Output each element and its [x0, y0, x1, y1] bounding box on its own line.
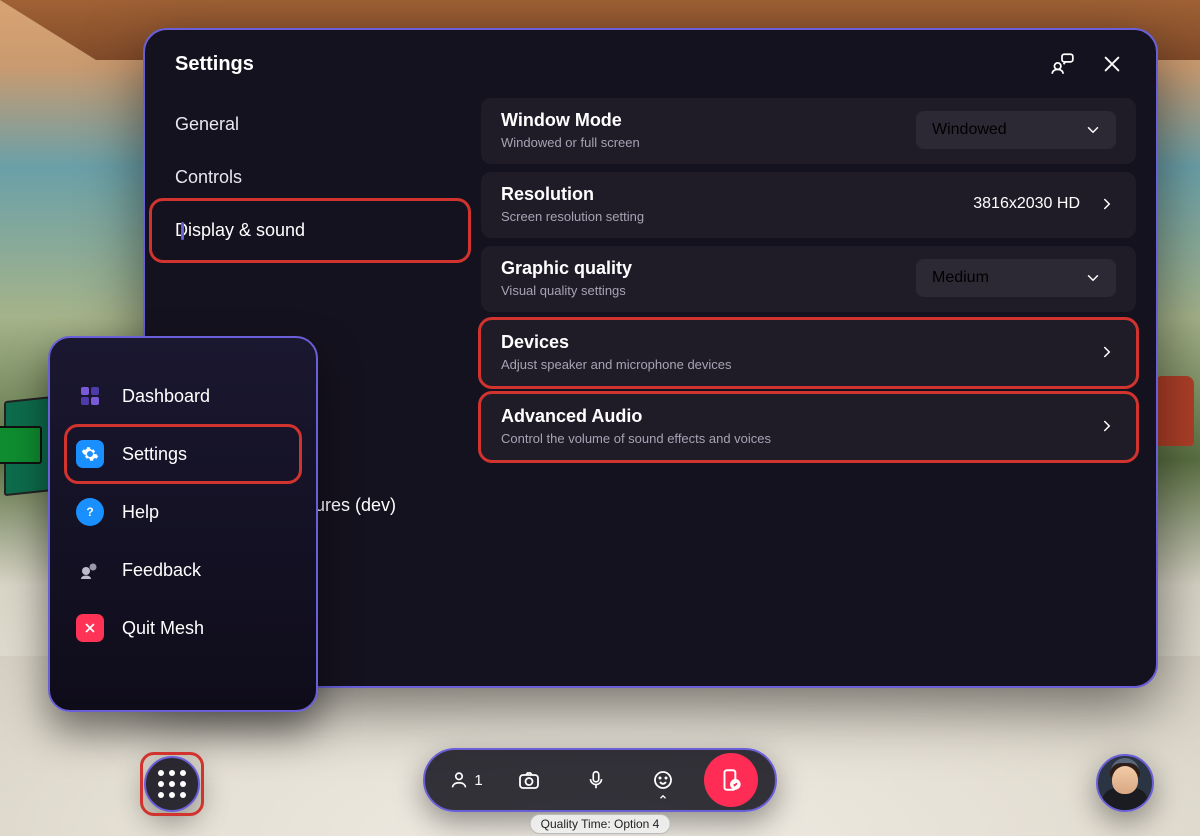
- menu-item-dashboard-label: Dashboard: [122, 386, 210, 407]
- chevron-down-icon: [1084, 121, 1102, 139]
- row-window-mode-sub: Windowed or full screen: [501, 135, 640, 150]
- svg-text:?: ?: [86, 505, 93, 519]
- chevron-right-icon: [1098, 343, 1116, 361]
- menu-item-dashboard[interactable]: Dashboard: [66, 370, 300, 422]
- camera-button[interactable]: [503, 754, 555, 806]
- reactions-button[interactable]: [637, 754, 689, 806]
- row-devices-label: Devices: [501, 332, 732, 353]
- row-graphic-quality-sub: Visual quality settings: [501, 283, 632, 298]
- row-window-mode-text: Window Mode Windowed or full screen: [501, 110, 640, 150]
- background-chair: [1154, 376, 1194, 446]
- bottom-toolbar: 1: [423, 748, 777, 812]
- row-advanced-audio-sub: Control the volume of sound effects and …: [501, 431, 771, 446]
- row-graphic-quality-label: Graphic quality: [501, 258, 632, 279]
- menu-item-settings-label: Settings: [122, 444, 187, 465]
- apps-grid-button[interactable]: [144, 756, 200, 812]
- quit-icon: [76, 614, 104, 642]
- menu-item-feedback-label: Feedback: [122, 560, 201, 581]
- chevron-right-icon: [1098, 417, 1116, 435]
- row-advanced-audio-text: Advanced Audio Control the volume of sou…: [501, 406, 771, 446]
- apps-grid-icon: [158, 770, 186, 798]
- settings-title: Settings: [175, 53, 254, 76]
- feedback-icon: [76, 556, 104, 584]
- nav-item-controls[interactable]: Controls: [145, 151, 475, 204]
- row-graphic-quality[interactable]: Graphic quality Visual quality settings …: [481, 246, 1136, 312]
- menu-item-feedback[interactable]: Feedback: [66, 544, 300, 596]
- settings-header-actions: [1048, 50, 1126, 78]
- row-devices-text: Devices Adjust speaker and microphone de…: [501, 332, 732, 372]
- settings-content: Window Mode Windowed or full screen Wind…: [475, 88, 1156, 686]
- menu-item-help-label: Help: [122, 502, 159, 523]
- row-window-mode-label: Window Mode: [501, 110, 640, 131]
- background-green-screen-2: [0, 426, 42, 464]
- window-mode-value: Windowed: [932, 121, 1007, 139]
- menu-item-settings[interactable]: Settings: [66, 428, 300, 480]
- quality-time-chip: Quality Time: Option 4: [530, 814, 671, 834]
- avatar-button[interactable]: [1096, 754, 1154, 812]
- menu-item-help[interactable]: ? Help: [66, 486, 300, 538]
- row-resolution[interactable]: Resolution Screen resolution setting 381…: [481, 172, 1136, 238]
- main-menu-popup: Dashboard Settings ? Help Feedback Quit …: [48, 336, 318, 712]
- row-resolution-sub: Screen resolution setting: [501, 209, 644, 224]
- microphone-button[interactable]: [570, 754, 622, 806]
- leave-button[interactable]: [704, 753, 758, 807]
- people-chat-icon[interactable]: [1048, 50, 1076, 78]
- resolution-value: 3816x2030 HD: [973, 195, 1080, 213]
- nav-item-general[interactable]: General: [145, 98, 475, 151]
- menu-item-quit[interactable]: Quit Mesh: [66, 602, 300, 654]
- row-resolution-text: Resolution Screen resolution setting: [501, 184, 644, 224]
- row-advanced-audio-label: Advanced Audio: [501, 406, 771, 427]
- graphic-quality-dropdown[interactable]: Medium: [916, 259, 1116, 297]
- settings-header: Settings: [145, 30, 1156, 88]
- dashboard-icon: [76, 382, 104, 410]
- row-devices-sub: Adjust speaker and microphone devices: [501, 357, 732, 372]
- nav-item-features-dev-partial: ures (dev): [315, 495, 396, 516]
- row-devices[interactable]: Devices Adjust speaker and microphone de…: [481, 320, 1136, 386]
- people-count-button[interactable]: 1: [442, 754, 488, 806]
- row-resolution-value-group: 3816x2030 HD: [973, 195, 1116, 213]
- window-mode-dropdown[interactable]: Windowed: [916, 111, 1116, 149]
- chevron-down-icon: [1084, 269, 1102, 287]
- avatar-head: [1112, 766, 1138, 794]
- gear-icon: [76, 440, 104, 468]
- row-window-mode[interactable]: Window Mode Windowed or full screen Wind…: [481, 98, 1136, 164]
- row-resolution-label: Resolution: [501, 184, 644, 205]
- graphic-quality-value: Medium: [932, 269, 989, 287]
- chevron-right-icon: [1098, 195, 1116, 213]
- close-icon[interactable]: [1098, 50, 1126, 78]
- menu-item-quit-label: Quit Mesh: [122, 618, 204, 639]
- row-graphic-quality-text: Graphic quality Visual quality settings: [501, 258, 632, 298]
- help-icon: ?: [76, 498, 104, 526]
- nav-item-display-sound[interactable]: Display & sound: [159, 204, 461, 257]
- people-count-value: 1: [474, 772, 482, 789]
- row-advanced-audio[interactable]: Advanced Audio Control the volume of sou…: [481, 394, 1136, 460]
